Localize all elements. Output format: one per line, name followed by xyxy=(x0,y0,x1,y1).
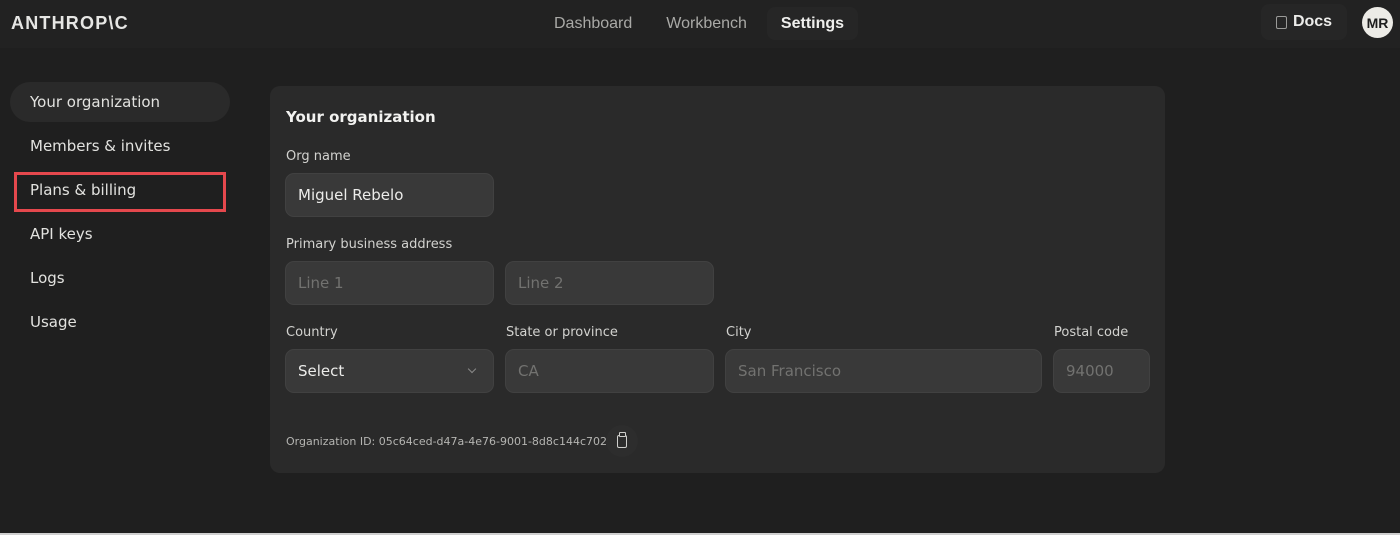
anthropic-logo[interactable]: ANTHROP\C xyxy=(11,13,129,34)
docs-button[interactable]: Docs xyxy=(1261,4,1347,40)
org-name-label: Org name xyxy=(286,149,351,164)
settings-sidebar: Your organization Members & invites Plan… xyxy=(10,82,230,346)
copy-org-id-button[interactable] xyxy=(606,425,638,457)
country-select-value: Select xyxy=(298,362,345,380)
top-header: ANTHROP\C Dashboard Workbench Settings D… xyxy=(0,0,1400,48)
main-nav: Dashboard Workbench Settings xyxy=(540,7,859,40)
sidebar-item-usage[interactable]: Usage xyxy=(10,302,230,342)
sidebar-item-your-organization[interactable]: Your organization xyxy=(10,82,230,122)
sidebar-item-logs[interactable]: Logs xyxy=(10,258,230,298)
tab-dashboard[interactable]: Dashboard xyxy=(540,7,646,40)
clipboard-icon xyxy=(617,431,627,448)
tab-workbench[interactable]: Workbench xyxy=(652,7,761,40)
postal-code-label: Postal code xyxy=(1054,325,1129,340)
city-label: City xyxy=(726,325,752,340)
postal-code-input[interactable] xyxy=(1053,349,1150,393)
organization-card: Your organization Org name Primary busin… xyxy=(270,86,1165,473)
organization-id: Organization ID: 05c64ced-d47a-4e76-9001… xyxy=(286,435,614,448)
tab-settings[interactable]: Settings xyxy=(766,7,859,40)
avatar[interactable]: MR xyxy=(1362,7,1393,38)
state-input[interactable] xyxy=(505,349,714,393)
book-icon xyxy=(1275,15,1287,29)
country-select[interactable]: Select xyxy=(285,349,494,393)
sidebar-item-plans-billing[interactable]: Plans & billing xyxy=(10,170,230,212)
city-input[interactable] xyxy=(725,349,1042,393)
docs-label: Docs xyxy=(1292,13,1333,30)
address-line1-input[interactable] xyxy=(285,261,494,305)
country-label: Country xyxy=(286,325,338,340)
card-title: Your organization xyxy=(286,108,436,126)
sidebar-item-members-invites[interactable]: Members & invites xyxy=(10,126,230,166)
chevron-down-icon xyxy=(467,364,477,374)
state-label: State or province xyxy=(506,325,618,340)
sidebar-item-api-keys[interactable]: API keys xyxy=(10,214,230,254)
address-line2-input[interactable] xyxy=(505,261,714,305)
address-label: Primary business address xyxy=(286,237,453,252)
org-name-input[interactable] xyxy=(285,173,494,217)
settings-page: ANTHROP\C Dashboard Workbench Settings D… xyxy=(0,0,1400,535)
